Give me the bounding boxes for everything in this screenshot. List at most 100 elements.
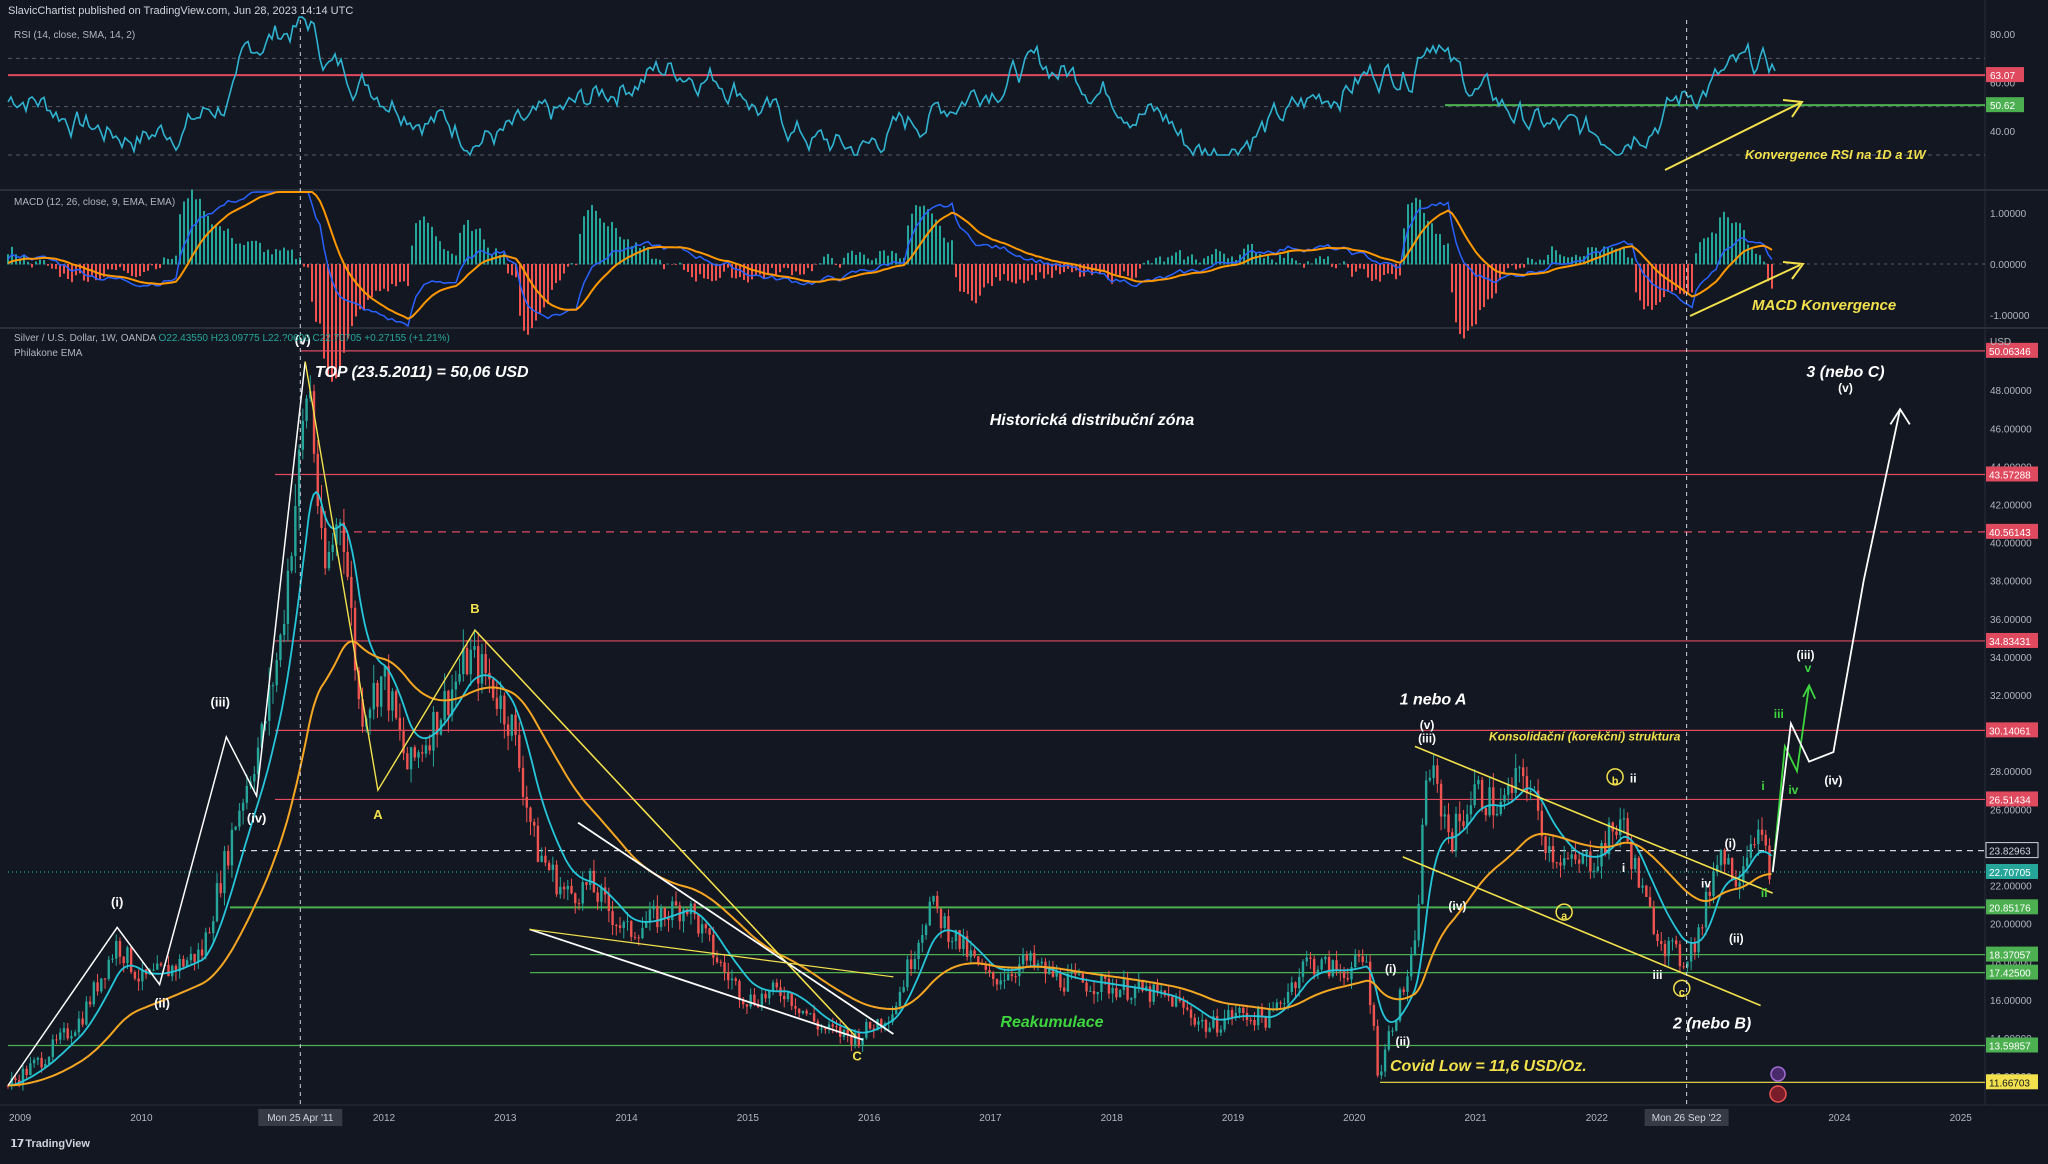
price-candle-body [376, 682, 379, 707]
macd-histogram-bar [295, 258, 297, 265]
price-level-badge-text: 40.56143 [1989, 528, 2031, 539]
price-candle-body [1268, 1009, 1271, 1028]
price-axis-tick: 40.00000 [1990, 539, 2032, 550]
currency-label: USD [1990, 337, 2011, 348]
macd-histogram-bar [1011, 264, 1013, 283]
macd-histogram-bar [383, 264, 385, 289]
price-candle-body [1376, 1026, 1379, 1076]
price-candle-body [1085, 982, 1088, 992]
price-candle-body [995, 979, 999, 985]
price-candle-body [1406, 976, 1409, 992]
price-candle-body [1354, 954, 1357, 968]
time-axis-tick: 2020 [1343, 1113, 1366, 1124]
macd-histogram-bar [1327, 256, 1329, 265]
price-candle-body [1227, 1010, 1230, 1019]
macd-histogram-bar [31, 264, 33, 268]
price-candle-body [189, 953, 193, 961]
macd-histogram-bar [251, 240, 253, 265]
event-flash-icon [1770, 1066, 1786, 1082]
price-candle-body [372, 682, 375, 710]
macd-histogram-bar [991, 264, 993, 286]
macd-histogram-bar [927, 209, 929, 265]
price-level-badge-text: 26.51434 [1989, 795, 2031, 806]
macd-histogram-bar [111, 264, 113, 270]
macd-histogram-bar [107, 264, 109, 270]
wave-label-i-2023: (i) [1725, 836, 1736, 850]
circled-wave-label: a [1561, 911, 1568, 923]
price-candle-body [1197, 1021, 1200, 1025]
macd-histogram-bar [1555, 250, 1557, 265]
macd-histogram-bar [1739, 223, 1741, 265]
price-candle-body [204, 932, 207, 956]
price-candle-body [771, 982, 775, 991]
price-candle-body [1040, 961, 1043, 964]
price-candle-body [1630, 841, 1633, 870]
macd-histogram-bar [719, 264, 721, 278]
price-candle-body [1372, 1005, 1376, 1027]
price-candle-body [1010, 974, 1014, 977]
price-candle-body [805, 1010, 808, 1014]
macd-histogram-bar [231, 237, 233, 265]
macd-histogram-bar [459, 232, 461, 265]
price-candle-body [1111, 987, 1114, 994]
impulse-2009-2011-path [7, 361, 306, 1086]
price-candle-body [1443, 814, 1447, 817]
macd-histogram-bar [87, 264, 89, 282]
price-candle-body [786, 992, 790, 1000]
price-candle-body [615, 925, 618, 927]
macd-histogram-bar [839, 264, 841, 268]
price-candle-body [100, 978, 103, 992]
wedge-lower-line [529, 928, 864, 1041]
macd-histogram-bar [227, 228, 229, 265]
macd-histogram-bar [603, 222, 605, 265]
macd-histogram-bar [683, 264, 685, 270]
price-level-badge-text: 11.66703 [1989, 1078, 2030, 1089]
price-candle-body [939, 908, 943, 929]
price-axis-tick: 48.00000 [1990, 386, 2032, 397]
price-candle-body [1264, 1017, 1267, 1028]
price-candle-body [749, 994, 752, 1007]
price-candle-body [1693, 943, 1697, 953]
price-candle-body [712, 934, 715, 958]
price-candle-body [1499, 801, 1502, 814]
price-candle-body [518, 734, 521, 768]
price-candle-body [1656, 933, 1659, 942]
price-candle-body [902, 987, 905, 992]
macd-histogram-bar [1039, 264, 1041, 273]
macd-histogram-bar [1183, 259, 1185, 265]
chart-canvas[interactable]: Konvergence RSI na 1D a 1W80.0060.0040.0… [0, 0, 2048, 1159]
macd-histogram-bar [147, 264, 149, 271]
price-candle-body [1156, 984, 1159, 992]
price-candle-body [286, 570, 290, 624]
macd-histogram-bar [411, 245, 413, 265]
macd-histogram-bar [771, 264, 773, 268]
price-candle-body [92, 982, 96, 1005]
time-axis-tick: 2009 [9, 1113, 32, 1124]
price-candle-body [1544, 836, 1547, 853]
price-candle-body [529, 807, 532, 822]
macd-histogram-bar [287, 250, 289, 265]
macd-histogram-bar [819, 263, 821, 265]
macd-histogram-bar [1755, 253, 1757, 265]
price-candle-body [1619, 819, 1622, 836]
macd-histogram-bar [1619, 248, 1621, 265]
macd-histogram-bar [1699, 242, 1701, 265]
price-candle-body [1589, 851, 1592, 872]
price-candle-body [271, 685, 275, 687]
macd-histogram-bar [1651, 264, 1653, 310]
price-candle-body [137, 978, 140, 982]
macd-histogram-bar [955, 264, 957, 278]
rsi-level-badge-text: 50.62 [1990, 101, 2015, 112]
macd-histogram-bar [1751, 248, 1753, 265]
price-axis-tick: 26.00000 [1990, 805, 2032, 816]
price-candle-body [443, 690, 446, 720]
price-candle-body [238, 810, 241, 827]
price-candle-body [324, 527, 327, 569]
macd-histogram-bar [1435, 233, 1437, 265]
chart-stage[interactable]: Konvergence RSI na 1D a 1W 80.00 60.00 40.0… [0, 0, 2048, 1159]
macd-histogram-bar [1043, 264, 1045, 279]
macd-histogram-bar [355, 264, 357, 317]
price-candle-body [480, 654, 484, 684]
wave-label-i-2009: (i) [111, 894, 123, 909]
macd-histogram-bar [335, 264, 337, 379]
